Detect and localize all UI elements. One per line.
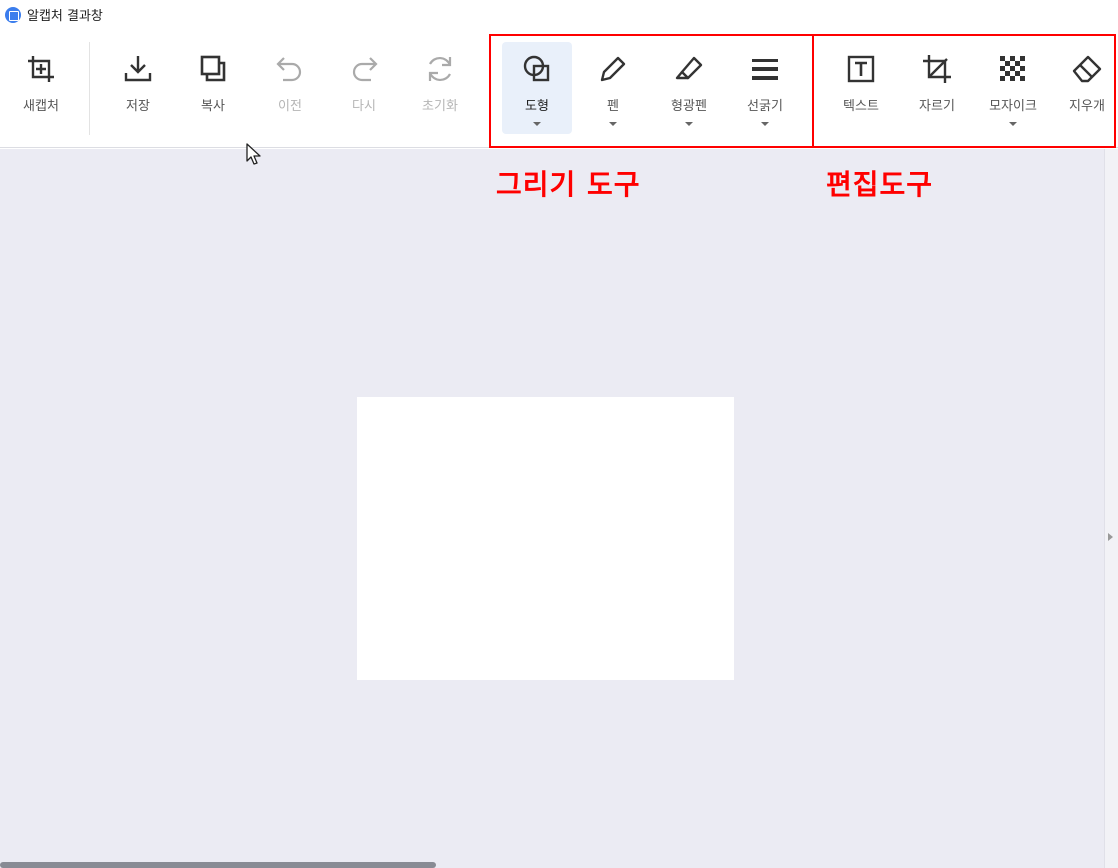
save-button[interactable]: 저장 [103, 42, 173, 134]
undo-label: 이전 [278, 99, 302, 114]
toolbar-separator [89, 42, 90, 135]
redo-label: 다시 [352, 99, 376, 114]
undo-icon [276, 57, 302, 82]
app-icon [5, 7, 21, 23]
reset-button[interactable]: 초기화 [405, 42, 475, 134]
refresh-icon [428, 56, 452, 82]
expand-arrow-icon [1108, 533, 1113, 541]
title-bar: 알캡처 결과창 [0, 0, 1118, 30]
save-label: 저장 [126, 99, 150, 114]
undo-button[interactable]: 이전 [255, 42, 325, 134]
copy-icon [200, 55, 226, 82]
copy-label: 복사 [201, 99, 225, 114]
canvas-area[interactable] [0, 149, 1118, 868]
new-capture-button[interactable]: 새캡처 [6, 42, 76, 134]
window-title: 알캡처 결과창 [27, 9, 103, 24]
redo-icon [352, 57, 378, 82]
mouse-pointer-icon [246, 143, 261, 165]
drawing-tools-highlight-box [489, 34, 814, 148]
right-panel-toggle[interactable] [1104, 149, 1118, 868]
crop-add-icon [28, 56, 54, 82]
edit-tools-annotation: 편집도구 [826, 168, 934, 201]
copy-button[interactable]: 복사 [178, 42, 248, 134]
captured-image [357, 397, 734, 680]
download-icon [124, 56, 152, 82]
redo-button[interactable]: 다시 [329, 42, 399, 134]
drawing-tools-annotation: 그리기 도구 [496, 168, 641, 201]
new-capture-label: 새캡처 [23, 99, 59, 114]
edit-tools-highlight-box [812, 34, 1116, 148]
horizontal-scrollbar[interactable] [0, 862, 436, 868]
reset-label: 초기화 [422, 99, 458, 114]
